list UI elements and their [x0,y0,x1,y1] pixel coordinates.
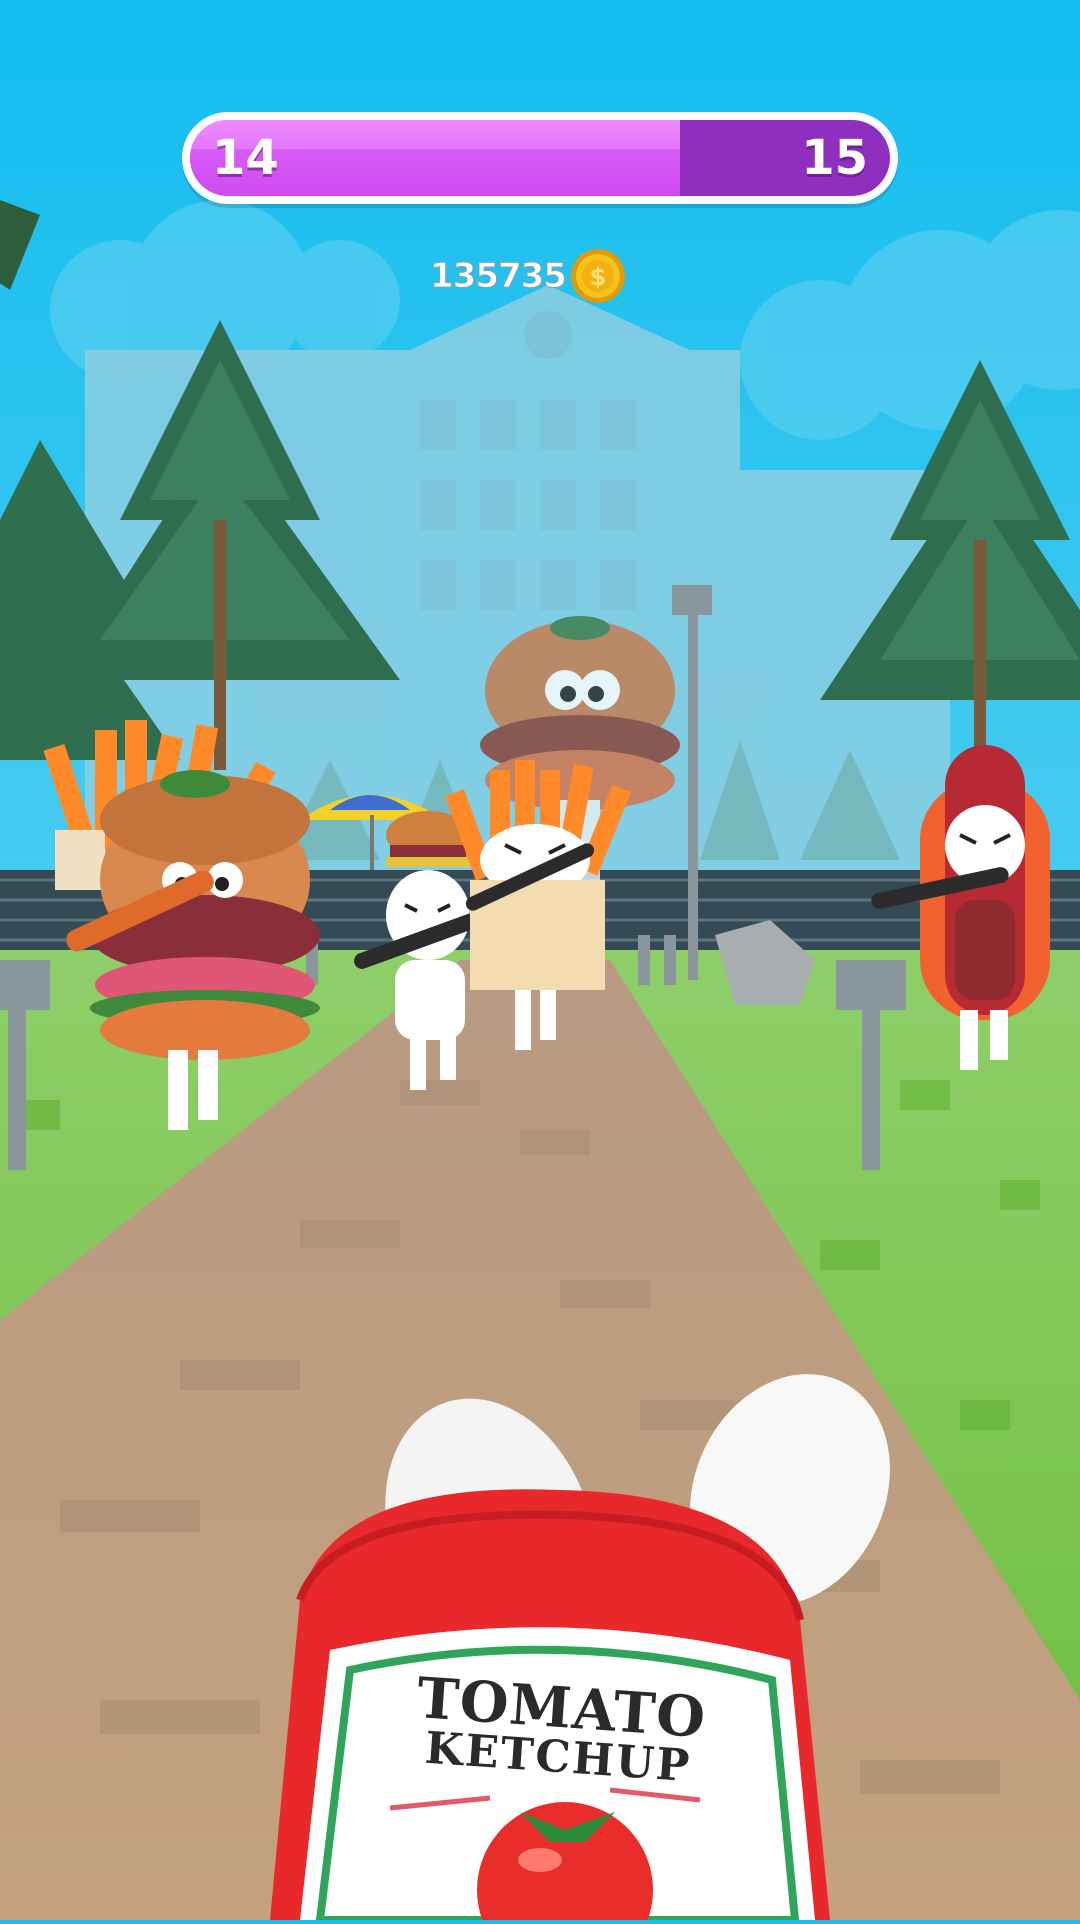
coin-dollar-icon: $ [570,249,625,303]
hud: 14 15 135735 $ [0,0,1080,340]
svg-text:$: $ [590,263,607,291]
current-level-number: 14 [212,130,279,186]
next-level-number: 15 [801,130,868,186]
coin-count: 135735 [430,256,568,297]
coin-counter: 135735 $ [430,246,626,306]
level-progress-track: 14 15 [190,120,890,196]
level-progress-bar: 14 15 [182,112,898,204]
